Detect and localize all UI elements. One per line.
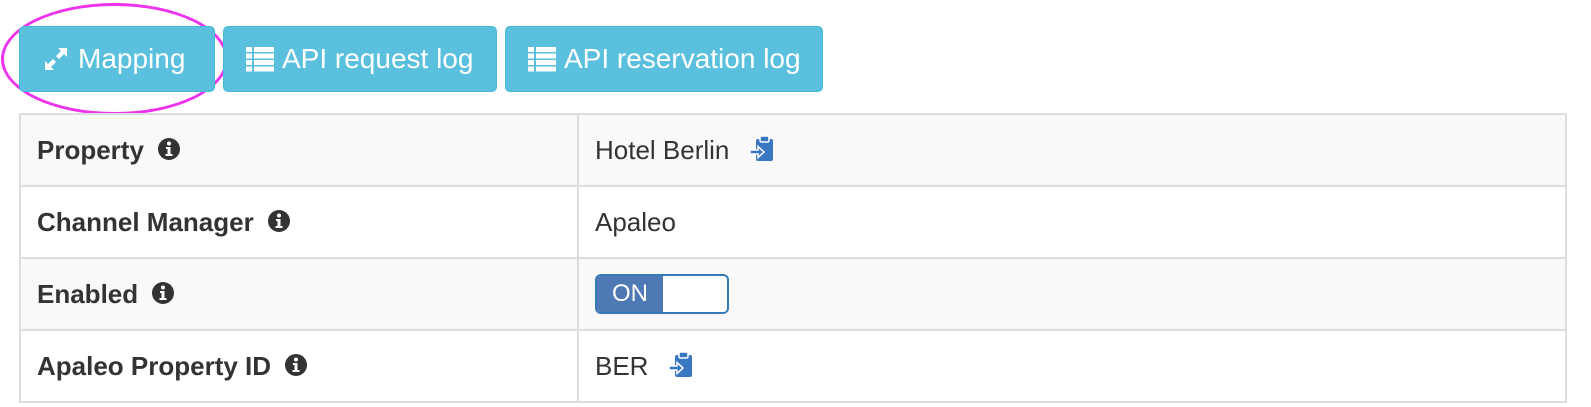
channel-manager-label: Channel Manager <box>37 206 254 237</box>
property-value-cell: Hotel Berlin <box>577 113 1567 187</box>
list-icon <box>246 46 274 72</box>
mapping-button-label: Mapping <box>78 43 186 74</box>
table-row: Enabled ON <box>19 257 1567 331</box>
info-circle-icon[interactable] <box>157 137 181 161</box>
toggle-knob <box>663 276 727 312</box>
page: Mapping API request log API reservation … <box>0 0 1591 407</box>
clipboard-copy-icon[interactable] <box>748 134 775 163</box>
apaleo-property-id-value-cell: BER <box>577 329 1567 403</box>
expand-arrows-icon <box>42 45 70 73</box>
api-reservation-log-button[interactable]: API reservation log <box>505 26 823 92</box>
apaleo-property-id-label: Apaleo Property ID <box>37 350 272 381</box>
enabled-label: Enabled <box>37 278 139 309</box>
api-reservation-log-label: API reservation log <box>564 43 801 74</box>
info-circle-icon[interactable] <box>151 281 175 305</box>
channel-manager-label-cell: Channel Manager <box>19 185 579 259</box>
toggle-on-label: ON <box>597 276 663 312</box>
table-row: Apaleo Property ID BER <box>19 329 1567 403</box>
info-circle-icon[interactable] <box>267 209 291 233</box>
list-icon <box>528 46 556 72</box>
property-value: Hotel Berlin <box>595 134 730 165</box>
property-label-cell: Property <box>19 113 579 187</box>
enabled-toggle[interactable]: ON <box>595 274 729 314</box>
api-request-log-label: API request log <box>282 43 474 74</box>
enabled-label-cell: Enabled <box>19 257 579 331</box>
channel-manager-value-cell: Apaleo <box>577 185 1567 259</box>
property-label: Property <box>37 134 144 165</box>
apaleo-property-id-value: BER <box>595 350 649 381</box>
enabled-value-cell: ON <box>577 257 1567 331</box>
info-circle-icon[interactable] <box>284 353 308 377</box>
property-details-table: Property Hotel Berlin Channel Manager Ap… <box>19 113 1567 403</box>
mapping-button[interactable]: Mapping <box>19 26 215 92</box>
table-row: Property Hotel Berlin <box>19 113 1567 187</box>
channel-manager-value: Apaleo <box>595 206 676 237</box>
apaleo-property-id-label-cell: Apaleo Property ID <box>19 329 579 403</box>
clipboard-copy-icon[interactable] <box>667 350 694 379</box>
table-row: Channel Manager Apaleo <box>19 185 1567 259</box>
api-request-log-button[interactable]: API request log <box>223 26 497 92</box>
